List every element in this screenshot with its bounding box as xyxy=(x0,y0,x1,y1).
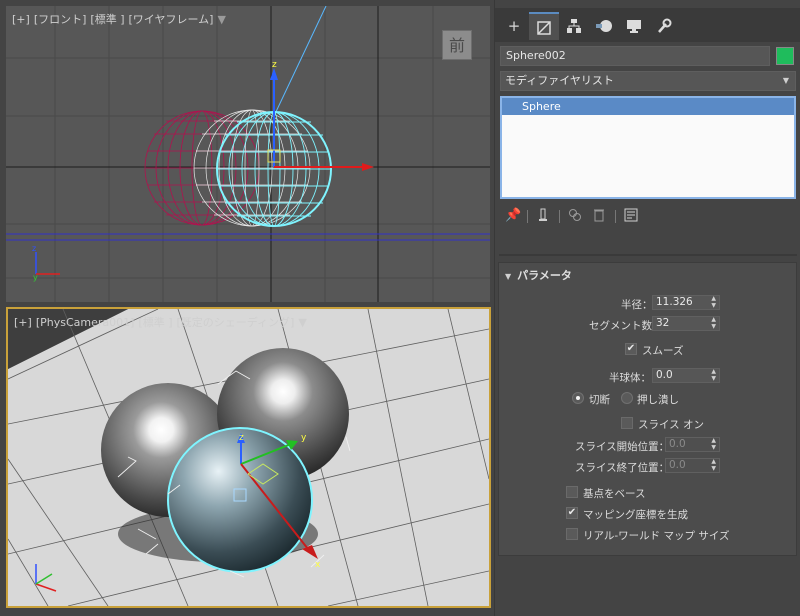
slice-on-label: スライス オン xyxy=(638,419,705,431)
camera-viewport-label[interactable]: [+] [PhysCamera001] [標準 ] [既定のシェーディング] ▼ xyxy=(14,314,311,330)
spinner-arrows-icon[interactable]: ▲ ▼ xyxy=(711,437,716,451)
object-name-field[interactable]: Sphere002 xyxy=(500,46,770,66)
gizmo-z-label-camera: z xyxy=(239,433,244,443)
slice-to-spinner[interactable]: 0.0 ▲ ▼ xyxy=(665,458,720,473)
radius-spinner[interactable]: 11.326 ▲ ▼ xyxy=(652,295,720,310)
viewcube[interactable]: 前 xyxy=(442,30,472,60)
squash-label: 押し潰し xyxy=(637,394,679,406)
real-world-checkbox[interactable] xyxy=(566,528,578,540)
spinner-arrows-icon[interactable]: ▲ ▼ xyxy=(711,295,716,309)
modify-icon[interactable] xyxy=(529,12,559,40)
viewport-standard-menu[interactable]: [標準 ] xyxy=(138,316,172,329)
filter-icon[interactable]: ▼ xyxy=(298,316,306,329)
configure-modifier-sets-icon[interactable] xyxy=(623,208,639,224)
spinner-arrows-icon[interactable]: ▲ ▼ xyxy=(711,368,716,382)
collapse-triangle-icon: ▼ xyxy=(505,272,512,281)
parameters-rollout-header[interactable]: ▼ パラメータ xyxy=(505,267,572,283)
smooth-checkbox[interactable]: ✔ xyxy=(625,343,637,355)
utilities-wrench-icon[interactable] xyxy=(649,12,679,40)
motion-icon[interactable] xyxy=(589,12,619,40)
viewport-shading-menu[interactable]: [ワイヤフレーム] xyxy=(129,13,214,26)
chop-label: 切断 xyxy=(589,394,610,406)
gen-mapping-label: マッピング座標を生成 xyxy=(583,509,688,521)
chop-radio[interactable] xyxy=(572,392,584,404)
hemisphere-value: 0.0 xyxy=(656,369,673,381)
display-icon[interactable] xyxy=(619,12,649,40)
camera-viewport-scene: z y x xyxy=(8,309,489,606)
app-window: z z y [+] [フロント] [標準 ] [ワイヤフレーム] ▼ 前 z y… xyxy=(0,0,800,616)
viewport-pov-menu[interactable]: [PhysCamera001] xyxy=(36,316,135,329)
gizmo-z-label: z xyxy=(272,60,277,70)
spinner-arrows-icon[interactable]: ▲ ▼ xyxy=(711,316,716,330)
pin-stack-icon[interactable]: 📌 xyxy=(505,208,521,224)
command-panel-tabs: + xyxy=(495,8,800,42)
radius-value: 11.326 xyxy=(656,296,693,308)
radius-label: 半径： xyxy=(621,299,653,311)
slice-on-checkbox[interactable] xyxy=(621,417,633,429)
viewport-standard-menu[interactable]: [標準 ] xyxy=(90,13,124,26)
parameters-rollout: ▼ パラメータ 半径： 11.326 ▲ ▼ セグメント数： 32 ▲ ▼ ✔ スムー… xyxy=(498,262,797,556)
modifier-stack[interactable]: Sphere xyxy=(500,96,796,199)
modifier-stack-item[interactable]: Sphere xyxy=(502,98,794,115)
viewport-plus-menu[interactable]: [+] xyxy=(12,13,30,26)
command-panel: + Sphere002 モディファイヤリスト ▼ Sphere 📌 ▼ パラメー… xyxy=(494,0,800,616)
svg-text:z: z xyxy=(32,244,36,253)
create-plus-icon[interactable]: + xyxy=(499,12,529,40)
hemisphere-spinner[interactable]: 0.0 ▲ ▼ xyxy=(652,368,720,383)
remove-modifier-icon[interactable] xyxy=(591,208,607,224)
slice-to-label: スライス終了位置： xyxy=(575,462,670,474)
show-end-result-icon[interactable] xyxy=(535,208,551,224)
axis-tripod-icon: z y xyxy=(32,244,60,282)
chevron-down-icon: ▼ xyxy=(782,76,789,85)
slice-from-spinner[interactable]: 0.0 ▲ ▼ xyxy=(665,437,720,452)
viewport-plus-menu[interactable]: [+] xyxy=(14,316,32,329)
modifier-list-dropdown[interactable]: モディファイヤリスト ▼ xyxy=(500,71,796,91)
slice-to-value: 0.0 xyxy=(669,459,686,471)
gizmo-y-label-camera: y xyxy=(301,433,307,443)
base-to-pivot-label: 基点をベース xyxy=(583,488,646,500)
squash-radio[interactable] xyxy=(621,392,633,404)
panel-divider[interactable] xyxy=(499,254,797,256)
parameters-rollout-title: パラメータ xyxy=(517,269,572,282)
slice-from-value: 0.0 xyxy=(669,438,686,450)
object-color-swatch[interactable] xyxy=(776,47,794,65)
base-to-pivot-checkbox[interactable] xyxy=(566,486,578,498)
smooth-label: スムーズ xyxy=(642,345,684,357)
camera-viewport[interactable]: z y x [+] [PhysCamera001] [標準 ] [既定のシェーディング… xyxy=(6,307,491,608)
hierarchy-icon[interactable] xyxy=(559,12,589,40)
gizmo-x-label-camera: x xyxy=(315,560,321,570)
hemisphere-label: 半球体： xyxy=(609,372,651,384)
slice-from-label: スライス開始位置： xyxy=(575,441,670,453)
segments-spinner[interactable]: 32 ▲ ▼ xyxy=(652,316,720,331)
svg-text:y: y xyxy=(33,273,38,282)
front-viewport-label[interactable]: [+] [フロント] [標準 ] [ワイヤフレーム] ▼ xyxy=(12,11,230,27)
real-world-label: リアル-ワールド マップ サイズ xyxy=(583,530,730,542)
front-viewport[interactable]: z z y [+] [フロント] [標準 ] [ワイヤフレーム] ▼ 前 xyxy=(6,6,490,302)
front-viewport-scene: z z y xyxy=(6,6,490,302)
make-unique-icon[interactable] xyxy=(567,208,583,224)
spinner-arrows-icon[interactable]: ▲ ▼ xyxy=(711,458,716,472)
viewport-shading-menu[interactable]: [既定のシェーディング] xyxy=(177,316,295,329)
viewport-pov-menu[interactable]: [フロント] xyxy=(34,13,87,26)
filter-icon[interactable]: ▼ xyxy=(217,13,225,26)
modifier-list-label: モディファイヤリスト xyxy=(505,74,614,87)
gen-mapping-checkbox[interactable]: ✔ xyxy=(566,507,578,519)
segments-value: 32 xyxy=(656,317,670,329)
